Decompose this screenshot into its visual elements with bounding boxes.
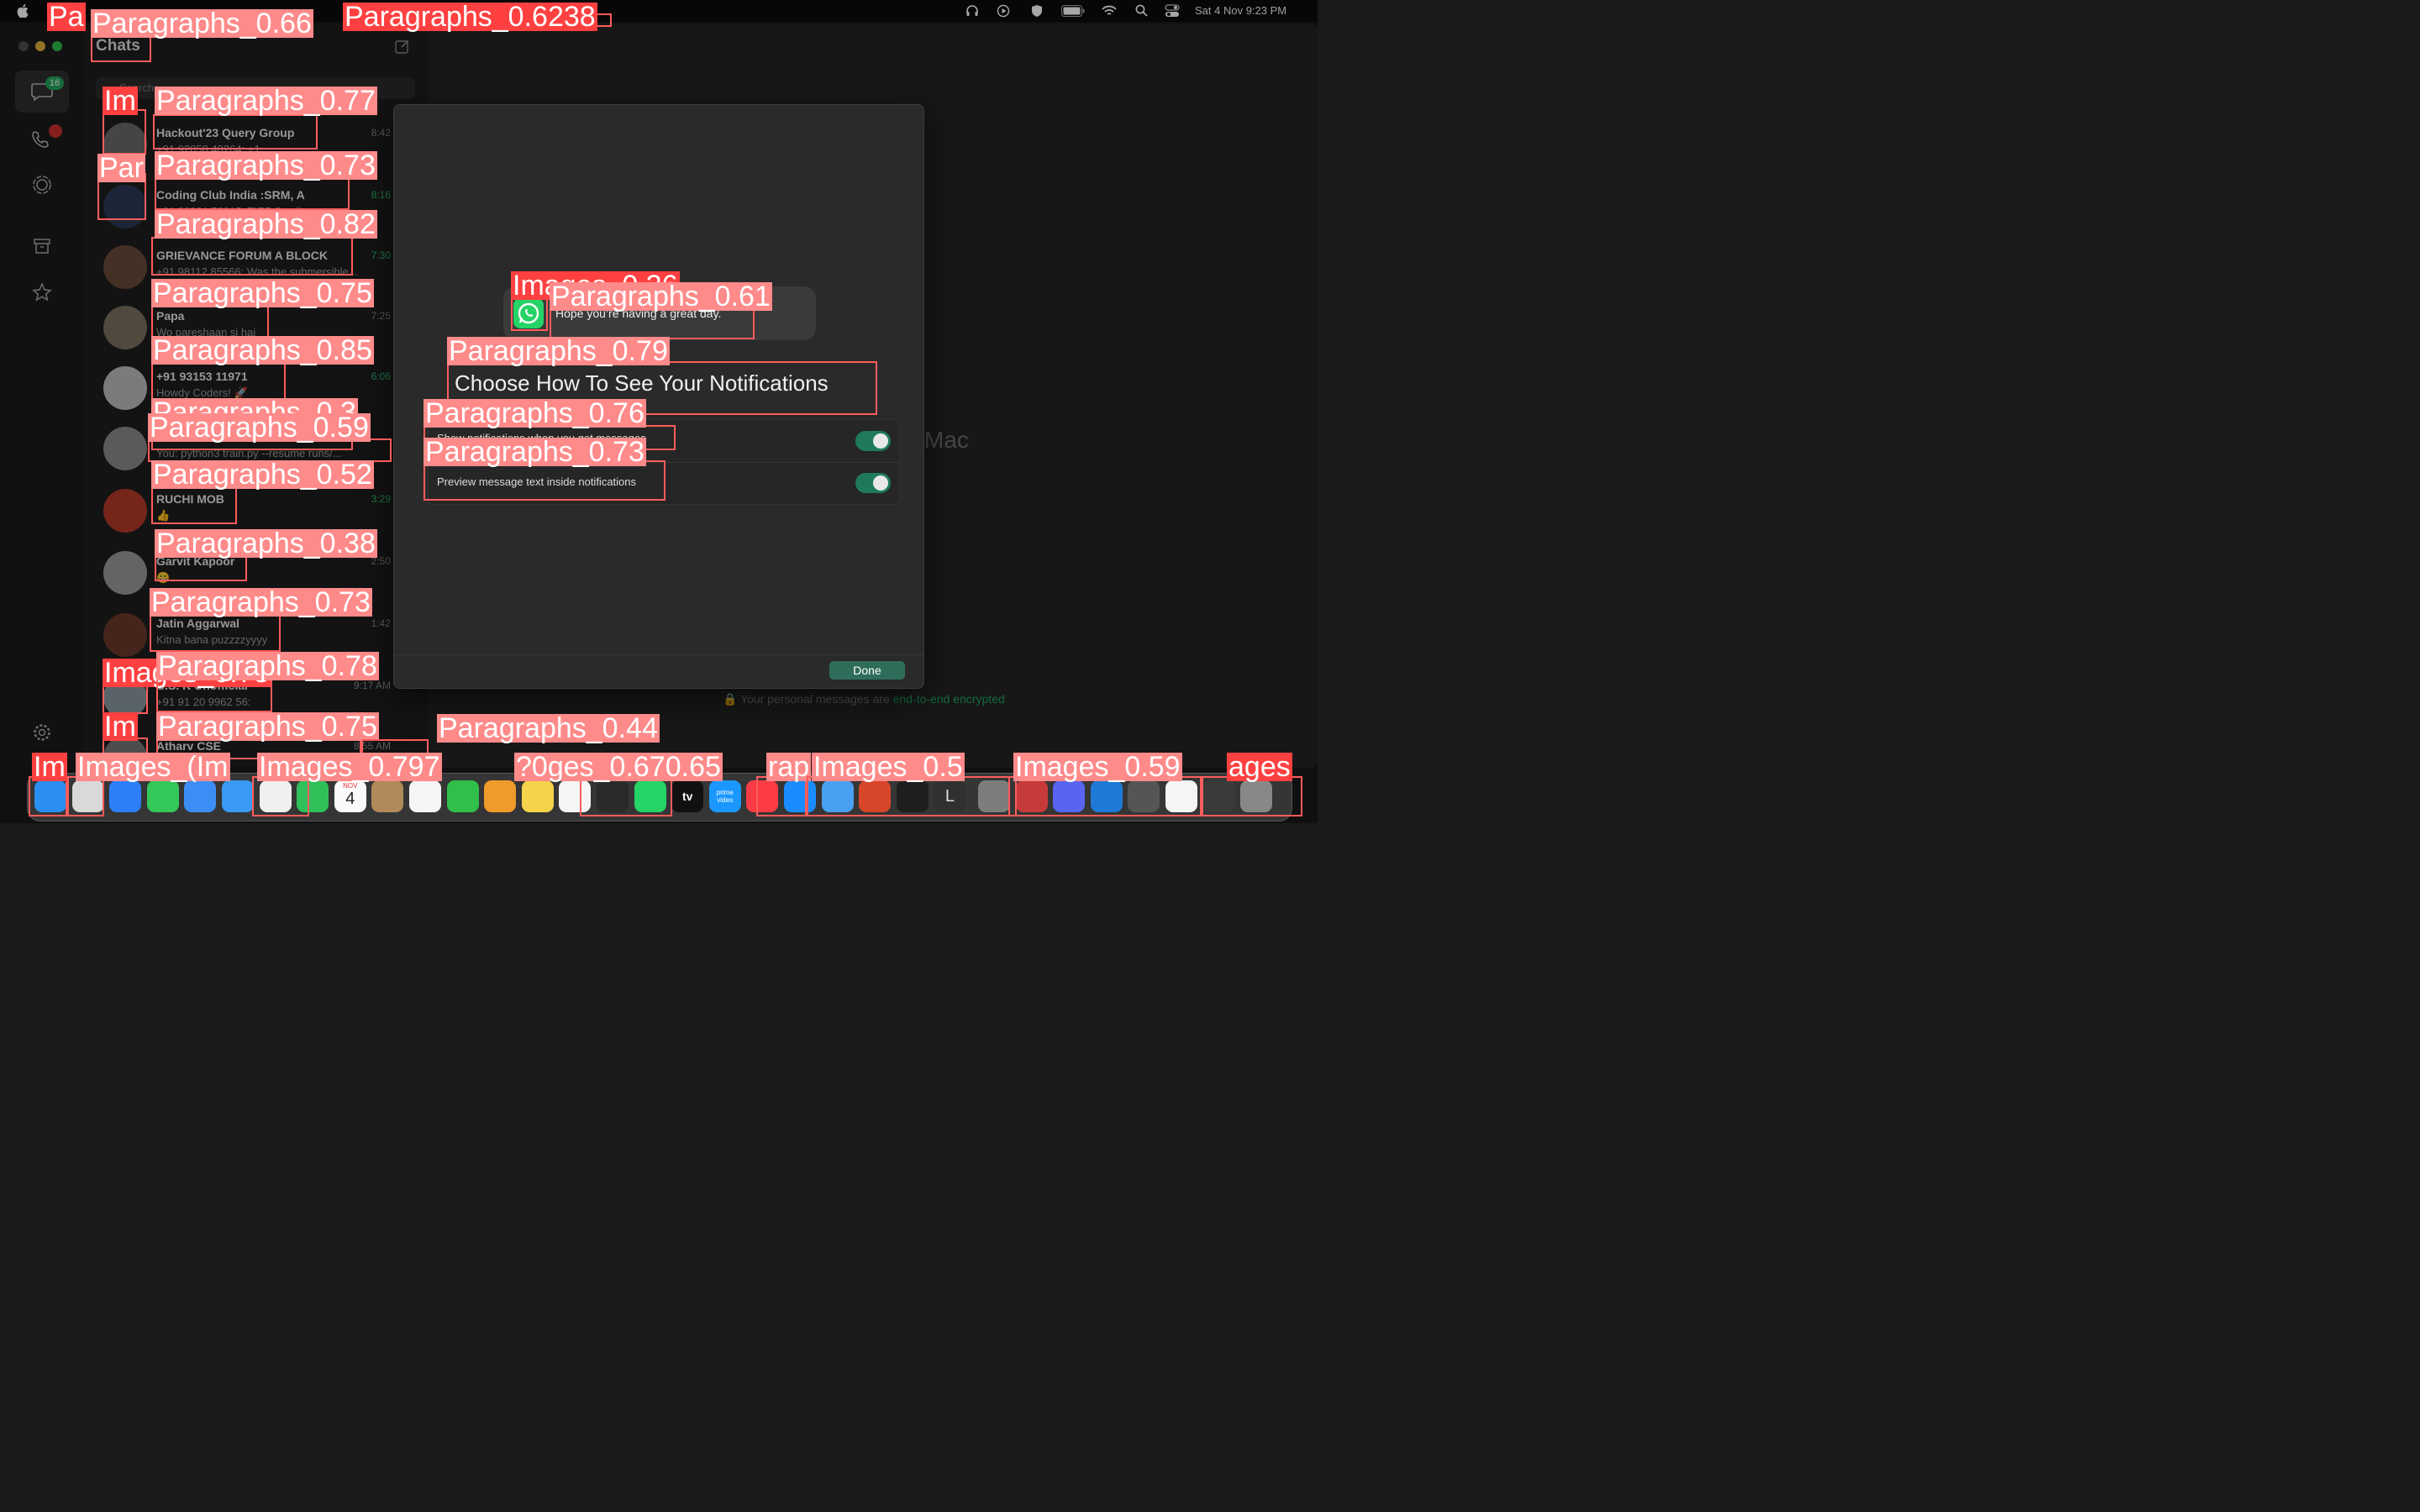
- calendar-icon[interactable]: NOV 4: [334, 780, 366, 812]
- prime-label: prime video: [716, 789, 734, 804]
- detection-label: Paragraphs_0.75: [151, 277, 374, 309]
- detection-label: Paragraphs_0.59: [148, 412, 371, 444]
- detection-label: Paragraphs_0.61: [550, 281, 772, 312]
- messages-icon[interactable]: [146, 780, 179, 812]
- calendar-month: NOV: [343, 782, 358, 790]
- detection-label: Paragraphs_0.85: [151, 334, 374, 366]
- detection-label: Images_(Im: [76, 751, 230, 783]
- mail-icon[interactable]: [184, 780, 217, 812]
- detection-label: Images_0.5: [812, 751, 965, 783]
- detection-label: Im: [32, 751, 67, 783]
- appletv-icon[interactable]: tv: [671, 780, 704, 812]
- detection-label: Images_0.797: [257, 751, 442, 783]
- detection-label: Paragraphs_0.73: [155, 150, 377, 181]
- notes-icon[interactable]: [521, 780, 554, 812]
- detection-box: [151, 487, 237, 524]
- detection-label: Paragraphs_0.78: [156, 650, 379, 682]
- detection-label: Paragraphs_0.73: [424, 436, 646, 468]
- detection-box: [155, 176, 350, 210]
- detection-label: Paragraphs_0.38: [155, 528, 377, 559]
- detection-label: Paragraphs_0.79: [447, 335, 670, 367]
- detection-label: Im: [103, 711, 138, 743]
- detection-label: Paragraphs_0.44: [437, 712, 660, 744]
- detection-label: rap: [766, 751, 812, 783]
- contacts-icon[interactable]: [371, 780, 404, 812]
- detection-label: Paragraphs_0.82: [155, 208, 377, 240]
- maps-icon[interactable]: [222, 780, 254, 812]
- show-notifications-toggle[interactable]: [855, 431, 891, 451]
- detection-box: [151, 237, 353, 276]
- detection-label: ages: [1227, 751, 1292, 783]
- reminders-icon[interactable]: [409, 780, 441, 812]
- detection-label: Images_0.59: [1013, 751, 1182, 783]
- detection-label: Im: [103, 85, 138, 117]
- detection-label: Paragraphs_0.52: [151, 459, 374, 491]
- safari-icon[interactable]: [109, 780, 142, 812]
- numbers-icon[interactable]: [446, 780, 479, 812]
- detection-label: Paragraphs_0.73: [150, 586, 372, 618]
- done-button[interactable]: Done: [829, 661, 905, 680]
- detection-box: [511, 297, 548, 331]
- detection-box: [150, 615, 281, 652]
- detection-label: Pa: [47, 1, 86, 33]
- detection-box: [156, 679, 272, 712]
- tv-label: tv: [681, 790, 693, 803]
- detection-label: Paragraphs_0.66: [91, 8, 313, 39]
- detection-label: Paragraphs_0.77: [155, 85, 377, 117]
- detection-label: Paragraphs_0.76: [424, 397, 646, 429]
- detection-label: Paragraphs_0.75: [156, 711, 379, 743]
- detection-label: Par: [97, 152, 145, 184]
- dialog-footer-divider: [394, 654, 923, 655]
- detection-label: ?0ges_0.670.65: [514, 751, 723, 783]
- detection-label: Paragraphs_0.6238: [343, 1, 597, 33]
- preview-text-toggle[interactable]: [855, 473, 891, 493]
- primevideo-icon[interactable]: prime video: [708, 780, 741, 812]
- pages-icon[interactable]: [484, 780, 517, 812]
- calendar-day: 4: [345, 790, 355, 808]
- detection-box: [153, 114, 318, 150]
